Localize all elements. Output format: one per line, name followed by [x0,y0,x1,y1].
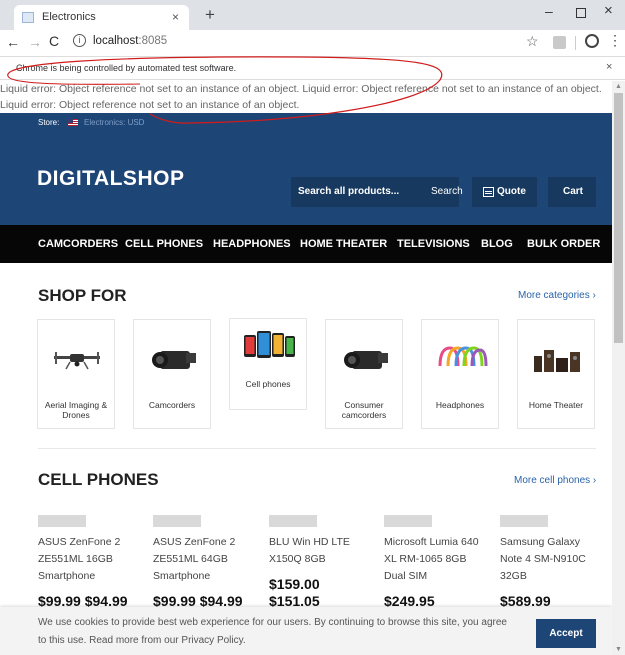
category-card-headphones[interactable]: Headphones [421,319,499,429]
category-label: Headphones [435,400,485,410]
infobar-message: Chrome is being controlled by automated … [16,63,237,73]
forward-arrow-icon[interactable]: → [28,34,42,50]
product-card[interactable]: Microsoft Lumia 640 XL RM-1065 8GB Dual … [384,515,489,585]
product-image[interactable] [500,515,548,527]
product-card[interactable]: BLU Win HD LTE X150Q 8GB [269,515,374,568]
section-divider [38,448,596,449]
close-icon[interactable]: × [172,10,179,24]
page-icon [22,12,34,23]
headphones-icon [438,346,488,367]
product-name[interactable]: ASUS ZenFone 2 ZE551ML 16GB Smartphone [38,534,143,585]
cart-button[interactable]: Cart [548,177,596,207]
nav-blog[interactable]: BLOG [481,238,513,250]
toolbar-divider [575,36,576,50]
nav-bulk-order[interactable]: BULK ORDER [527,238,600,250]
category-card-home-theater[interactable]: Home Theater [517,319,595,429]
cell-phones-title: CELL PHONES [38,470,159,489]
reload-icon[interactable]: C [49,33,59,49]
nav-televisions[interactable]: TELEVISIONS [397,238,470,250]
liquid-error-text: Liquid error: Object reference not set t… [0,83,602,111]
camcorder-icon [344,351,388,369]
address-toolbar: ← → C i localhost:8085 ☆ ⋮ [0,30,625,55]
url-port: :8085 [138,35,168,47]
product-card[interactable]: ASUS ZenFone 2 ZE551ML 64GB Smartphone [153,515,258,585]
cart-label: Cart [563,186,584,197]
category-card-cell-phones[interactable]: Cell phones [229,318,307,410]
category-card-consumer-camcorders[interactable]: Consumer camcorders [325,319,403,429]
scroll-up-arrow-icon[interactable]: ▲ [615,83,622,90]
nav-headphones[interactable]: HEADPHONES [213,238,291,250]
menu-dots-icon[interactable]: ⋮ [608,32,622,49]
product-name[interactable]: Microsoft Lumia 640 XL RM-1065 8GB Dual … [384,534,489,585]
category-label: Consumer camcorders [341,400,387,420]
quote-icon [483,187,494,197]
minimize-icon[interactable]: – [545,3,553,19]
address-bar[interactable]: localhost:8085 [93,35,167,47]
nav-cell-phones[interactable]: CELL PHONES [125,238,203,250]
product-image[interactable] [153,515,201,527]
accept-cookies-button[interactable]: Accept [536,619,596,648]
main-nav: CAMCORDERS CELL PHONES HEADPHONES HOME T… [0,225,612,263]
category-label: Home Theater [528,400,584,410]
nav-home-theater[interactable]: HOME THEATER [300,238,387,250]
cell-phones-icon [244,331,295,358]
profile-icon[interactable] [585,34,599,48]
quote-button[interactable]: Quote [472,177,537,207]
search-placeholder: Search all products... [298,186,400,197]
product-card[interactable]: Samsung Galaxy Note 4 SM-N910C 32GB [500,515,605,585]
page-scrollbar[interactable]: ▲ ▼ [612,81,625,655]
url-host: localhost [93,35,139,47]
product-name[interactable]: Samsung Galaxy Note 4 SM-N910C 32GB [500,534,605,585]
product-old-price: $159.00 [269,576,320,592]
category-card-drones[interactable]: Aerial Imaging & Drones [37,319,115,429]
tab-title: Electronics [42,11,96,23]
quote-label: Quote [497,186,526,197]
browser-window: Electronics × + – × ← → C i localhost:80… [0,0,625,655]
store-bar: Store: Electronics: USD [0,113,612,133]
tab-electronics[interactable]: Electronics × [14,5,189,30]
drone-icon [54,352,100,370]
store-selector[interactable]: Electronics: USD [84,118,144,127]
window-close-icon[interactable]: × [604,2,613,19]
cookie-message: We use cookies to provide best web exper… [38,617,507,646]
infobar-close-icon[interactable]: × [606,61,612,73]
info-icon[interactable]: i [73,34,86,47]
category-label: Cell phones [245,379,291,389]
search-input[interactable]: Search all products... Search [291,177,463,207]
new-tab-icon[interactable]: + [205,5,215,25]
speakers-icon [534,350,580,372]
category-card-camcorders[interactable]: Camcorders [133,319,211,429]
back-arrow-icon[interactable]: ← [6,34,20,50]
search-button[interactable]: Search [431,186,463,197]
product-name[interactable]: BLU Win HD LTE X150Q 8GB [269,534,374,568]
site-header: DIGITALSHOP Search all products... Searc… [0,133,612,225]
nav-camcorders[interactable]: CAMCORDERS [38,238,118,250]
shop-for-title: SHOP FOR [38,286,127,305]
more-cell-phones-link[interactable]: More cell phones › [514,475,596,486]
product-card[interactable]: ASUS ZenFone 2 ZE551ML 16GB Smartphone [38,515,143,585]
store-label: Store: [38,118,60,127]
scroll-down-arrow-icon[interactable]: ▼ [615,646,622,653]
product-name[interactable]: ASUS ZenFone 2 ZE551ML 64GB Smartphone [153,534,258,585]
extension-icon[interactable] [553,36,566,49]
camcorder-icon [152,351,196,369]
product-image[interactable] [269,515,317,527]
maximize-icon[interactable] [576,8,586,18]
product-image[interactable] [38,515,86,527]
site-logo[interactable]: DIGITALSHOP [37,167,184,191]
category-label: Aerial Imaging & Drones [44,400,108,420]
scroll-thumb[interactable] [614,93,623,343]
more-categories-link[interactable]: More categories › [518,290,596,301]
tab-strip: Electronics × + – × [0,0,625,30]
cookie-consent-bar: We use cookies to provide best web exper… [0,607,612,655]
product-image[interactable] [384,515,432,527]
bookmark-star-icon[interactable]: ☆ [526,33,539,50]
category-label: Camcorders [148,400,196,410]
automation-infobar: Chrome is being controlled by automated … [0,56,625,80]
us-flag-icon [68,119,78,126]
